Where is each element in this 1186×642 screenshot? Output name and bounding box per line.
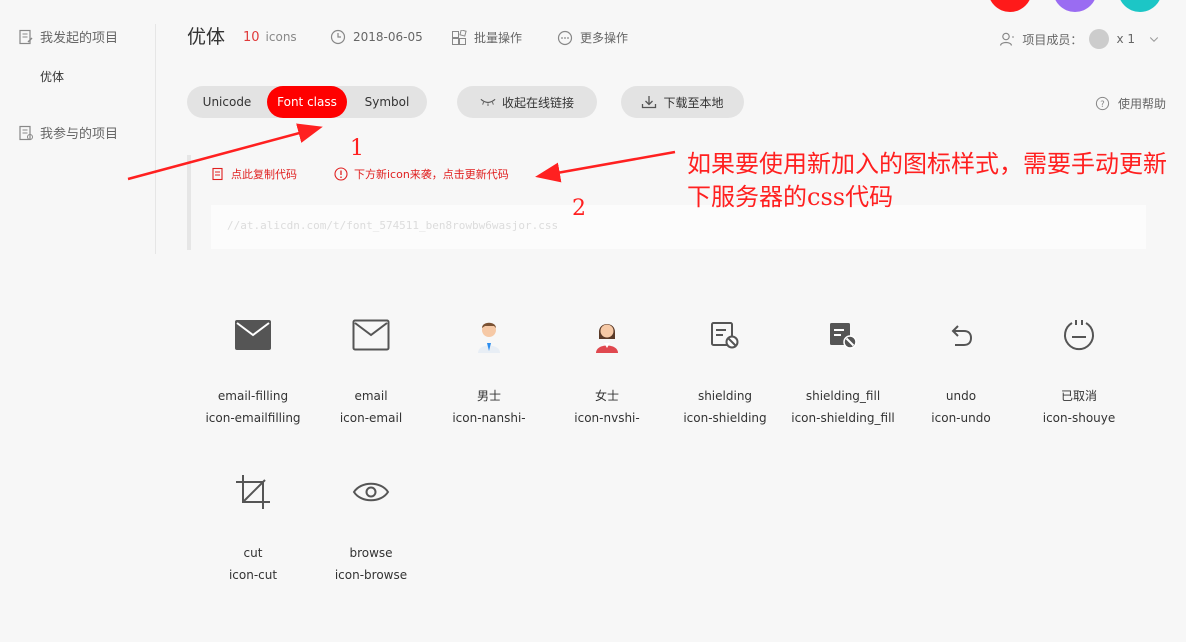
project-title: 优体	[187, 26, 226, 48]
icon-card-cut[interactable]: cut icon-cut	[194, 471, 312, 586]
help-label: 使用帮助	[1117, 97, 1166, 111]
shielding-fill-icon	[784, 314, 902, 356]
icon-class: icon-nvshi-	[574, 411, 640, 425]
icon-class: icon-nanshi-	[452, 411, 526, 425]
icon-card-nvshi[interactable]: 女士 icon-nvshi-	[548, 314, 666, 429]
icon-name: email-filling	[217, 389, 289, 403]
icon-card-cancelled[interactable]: 已取消 icon-shouye	[1020, 314, 1138, 429]
undo-icon	[902, 314, 1020, 356]
code-area-border	[187, 155, 191, 250]
icon-name: cut	[243, 546, 263, 560]
copy-icon	[212, 167, 223, 181]
icon-name: 已取消	[1060, 389, 1097, 403]
sidebar-item-my-projects[interactable]: 我发起的项目	[18, 27, 118, 46]
batch-operation-button[interactable]: 批量操作	[451, 29, 522, 46]
woman-icon	[548, 314, 666, 356]
icon-class: icon-browse	[334, 568, 408, 582]
man-icon	[430, 314, 548, 356]
update-code-label: 下方新icon来袭，点击更新代码	[354, 168, 509, 181]
more-operation-button[interactable]: 更多操作	[557, 29, 628, 46]
icon-name: shielding_fill	[805, 389, 881, 403]
update-code-button[interactable]: 下方新icon来袭，点击更新代码	[334, 166, 509, 182]
shielding-icon	[666, 314, 784, 356]
icon-name: 男士	[476, 389, 501, 403]
annotation-number-1: 1	[350, 136, 364, 161]
warning-icon	[334, 167, 348, 181]
code-url[interactable]: //at.alicdn.com/t/font_574511_ben8rowbw6…	[227, 219, 558, 232]
download-icon	[642, 96, 657, 109]
email-filling-icon	[194, 314, 312, 356]
icon-card-nanshi[interactable]: 男士 icon-nanshi-	[430, 314, 548, 429]
tab-symbol[interactable]: Symbol	[347, 86, 427, 118]
icon-class: icon-emailfilling	[205, 411, 301, 425]
document-icon	[19, 125, 33, 140]
download-local-label: 下载至本地	[663, 95, 724, 110]
color-dot-teal[interactable]	[1118, 0, 1162, 12]
icon-class: icon-undo	[931, 411, 991, 425]
icon-count-unit: icons	[265, 30, 297, 44]
cancelled-icon	[1020, 314, 1138, 356]
icon-class: icon-shielding	[683, 411, 767, 425]
clock-icon	[330, 29, 346, 45]
collapse-online-link-button[interactable]: 收起在线链接	[457, 86, 597, 118]
icon-name: undo	[945, 389, 977, 403]
icon-count: 10 icons	[243, 30, 297, 45]
annotation-number-2: 2	[572, 196, 586, 221]
sidebar-subitem-project[interactable]: 优体	[40, 68, 64, 85]
icon-class: icon-email	[339, 411, 403, 425]
sidebar-item-joined-projects[interactable]: 我参与的项目	[18, 123, 118, 142]
sidebar-item-label: 我发起的项目	[40, 31, 119, 46]
color-dot-purple[interactable]	[1053, 0, 1097, 12]
annotation-text: 如果要使用新加入的图标样式，需要手动更新下服务器的css代码	[687, 150, 1167, 211]
icon-name: email	[354, 389, 388, 403]
copy-code-button[interactable]: 点此复制代码	[211, 166, 297, 182]
icon-name: 女士	[594, 389, 619, 403]
icon-card-browse[interactable]: browse icon-browse	[312, 471, 430, 586]
eye-icon	[312, 471, 430, 513]
icon-card-shielding[interactable]: shielding icon-shielding	[666, 314, 784, 429]
tab-font-class[interactable]: Font class	[267, 86, 347, 118]
icon-card-shielding-fill[interactable]: shielding_fill icon-shielding_fill	[784, 314, 902, 429]
annotation-arrow-2	[535, 150, 676, 183]
icon-card-undo[interactable]: undo icon-undo	[902, 314, 1020, 429]
email-icon	[312, 314, 430, 356]
color-dot-red[interactable]	[988, 0, 1032, 12]
download-local-button[interactable]: 下载至本地	[621, 86, 744, 118]
member-avatar	[1089, 29, 1110, 49]
user-icon	[1000, 32, 1015, 46]
icon-count-number: 10	[243, 30, 260, 45]
question-icon: ?	[1095, 96, 1110, 111]
sidebar-divider	[155, 24, 156, 254]
batch-operation-label: 批量操作	[474, 31, 523, 45]
icon-card-email-filling[interactable]: email-filling icon-emailfilling	[194, 314, 312, 429]
project-members-label: 项目成员：	[1022, 32, 1083, 47]
project-members[interactable]: 项目成员： x 1	[999, 29, 1160, 49]
help-link[interactable]: ? 使用帮助	[1095, 95, 1166, 112]
tab-unicode[interactable]: Unicode	[187, 86, 267, 118]
cut-icon	[194, 471, 312, 513]
copy-code-label: 点此复制代码	[231, 168, 297, 181]
sidebar-item-label: 我参与的项目	[40, 127, 119, 142]
created-date-text: 2018-06-05	[353, 30, 423, 44]
more-operation-label: 更多操作	[580, 31, 629, 45]
icon-name: browse	[349, 546, 393, 560]
document-edit-icon	[19, 29, 33, 44]
created-date: 2018-06-05	[330, 29, 423, 45]
icon-card-email[interactable]: email icon-email	[312, 314, 430, 429]
svg-text:?: ?	[1100, 99, 1104, 109]
icon-class: icon-shouye	[1042, 411, 1116, 425]
icon-name: shielding	[697, 389, 753, 403]
icon-class: icon-shielding_fill	[791, 411, 895, 425]
collapse-online-link-label: 收起在线链接	[501, 95, 574, 110]
more-dots-icon	[557, 30, 573, 45]
icon-class: icon-cut	[228, 568, 278, 582]
members-count: x 1	[1116, 32, 1135, 46]
chevron-down-icon	[1149, 37, 1159, 42]
grid-icon	[452, 29, 467, 45]
eye-closed-icon	[480, 98, 496, 106]
